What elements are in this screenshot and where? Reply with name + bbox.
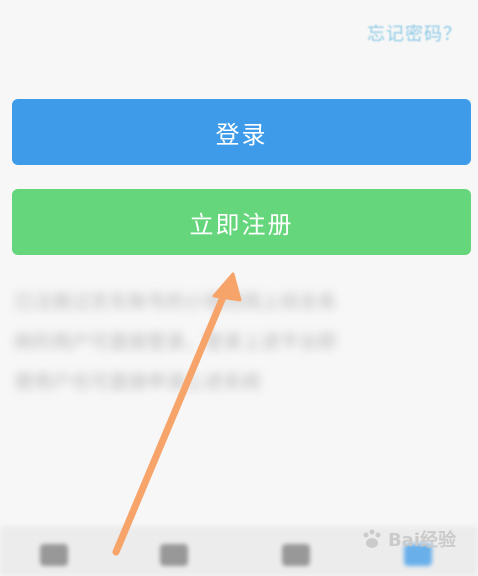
tab-category-icon[interactable]: [160, 544, 188, 566]
watermark: Bai经验: [360, 526, 456, 552]
notice-line: 使用户也可直接申请上述系统: [14, 371, 262, 393]
paw-logo-icon: [363, 529, 381, 548]
forgot-password-link[interactable]: 忘记密码？: [367, 20, 462, 46]
tab-message-icon[interactable]: [282, 544, 310, 566]
notice-line: 已注册过京东账号的小保险网上综合系: [14, 291, 338, 313]
notice-line: 统的用户可直接登录，登录上述平台即: [14, 331, 338, 353]
tab-home-icon[interactable]: [40, 544, 68, 566]
blurred-notice-text: 已注册过京东账号的小保险网上综合系 统的用户可直接登录，登录上述平台即 使用户也…: [14, 282, 459, 402]
login-button[interactable]: 登录: [12, 99, 471, 165]
register-button[interactable]: 立即注册: [12, 189, 471, 255]
watermark-text: Bai经验: [387, 530, 456, 551]
